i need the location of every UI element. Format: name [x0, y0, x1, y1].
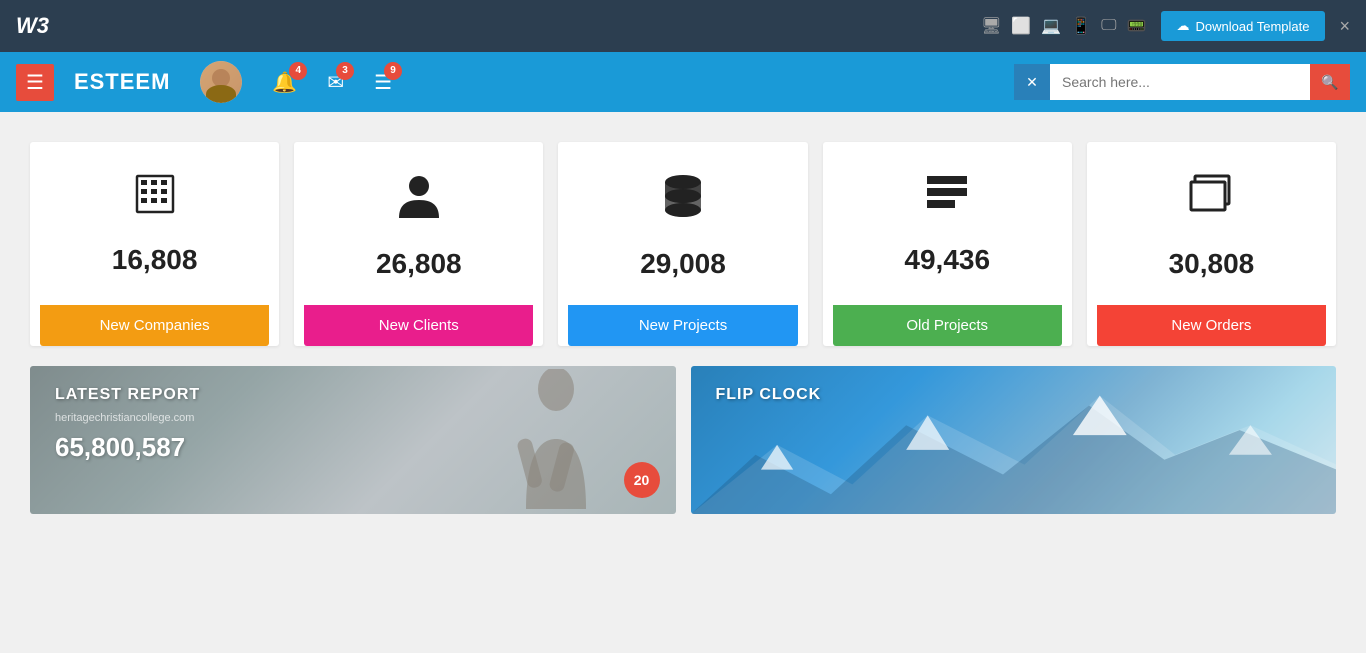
tasks-icon[interactable]: ☰ 9 [374, 70, 392, 95]
messages-icon[interactable]: ✉ 3 [327, 70, 344, 95]
laptop-icon: 💻 [1041, 16, 1061, 36]
bottom-panels: LATEST REPORT heritagechristiancollege.c… [30, 366, 1336, 514]
search-icon: 🔍 [1321, 74, 1338, 91]
stat-label-projects[interactable]: New Projects [568, 305, 797, 346]
stat-card-old-projects: 49,436 Old Projects [823, 142, 1072, 346]
layers-icon [1189, 172, 1233, 230]
panel-right-content: FLIP CLOCK [691, 366, 1337, 432]
avatar [200, 61, 242, 103]
stat-label-old-projects[interactable]: Old Projects [833, 305, 1062, 346]
stat-label-companies[interactable]: New Companies [40, 305, 269, 346]
x-icon: ✕ [1026, 74, 1038, 91]
stat-number-old-projects: 49,436 [904, 244, 990, 276]
phone-icon: 📟 [1127, 16, 1147, 36]
list-icon [925, 172, 969, 226]
flip-clock-title: FLIP CLOCK [716, 386, 1312, 404]
stat-number-companies: 16,808 [112, 244, 198, 276]
stat-card-new-orders: 30,808 New Orders [1087, 142, 1336, 346]
stat-card-new-clients: 26,808 New Clients [294, 142, 543, 346]
latest-report-subtitle: heritagechristiancollege.com [55, 412, 651, 424]
stat-cards: 16,808 New Companies 26,808 New Clients [30, 142, 1336, 346]
nav-brand: ESTEEM [74, 69, 170, 95]
main-content: 16,808 New Companies 26,808 New Clients [0, 112, 1366, 534]
nav-icons: 🔔 4 ✉ 3 ☰ 9 [272, 70, 623, 95]
database-icon [661, 172, 705, 230]
tablet-icon: 📱 [1071, 16, 1091, 36]
panel-left-content: LATEST REPORT heritagechristiancollege.c… [30, 366, 676, 483]
latest-report-title: LATEST REPORT [55, 386, 651, 404]
search-area: ✕ 🔍 [1014, 64, 1350, 100]
avatar-image [200, 61, 242, 103]
tablet-landscape-icon: ⬜ [1011, 16, 1031, 36]
device-icons: 🖥 ⬜ 💻 📱 🖵 📟 [981, 16, 1146, 36]
flip-clock-panel: FLIP CLOCK [691, 366, 1337, 514]
stat-label-orders[interactable]: New Orders [1097, 305, 1326, 346]
hamburger-menu[interactable]: ☰ [16, 64, 54, 101]
latest-report-badge: 20 [624, 462, 660, 498]
top-bar: W3 🖥 ⬜ 💻 📱 🖵 📟 ☁ Download Template × [0, 0, 1366, 52]
notifications-icon[interactable]: 🔔 4 [272, 70, 297, 95]
building-icon [133, 172, 177, 226]
desktop-icon: 🖥 [981, 16, 1001, 36]
download-template-button[interactable]: ☁ Download Template [1161, 11, 1326, 41]
notifications-badge: 4 [289, 62, 307, 80]
nav-bar: ☰ ESTEEM 🔔 4 ✉ 3 ☰ 9 ✕ 🔍 [0, 52, 1366, 112]
stat-card-new-companies: 16,808 New Companies [30, 142, 279, 346]
messages-badge: 3 [336, 62, 354, 80]
monitor-icon: 🖵 [1101, 17, 1116, 35]
latest-report-panel: LATEST REPORT heritagechristiancollege.c… [30, 366, 676, 514]
tasks-badge: 9 [384, 62, 402, 80]
stat-label-clients[interactable]: New Clients [304, 305, 533, 346]
w3-logo: W3 [16, 13, 49, 39]
latest-report-number: 65,800,587 [55, 432, 651, 463]
search-input[interactable] [1050, 64, 1310, 100]
stat-number-projects: 29,008 [640, 248, 726, 280]
stat-number-orders: 30,808 [1169, 248, 1255, 280]
close-button[interactable]: × [1339, 16, 1350, 37]
stat-card-new-projects: 29,008 New Projects [558, 142, 807, 346]
top-bar-right: 🖥 ⬜ 💻 📱 🖵 📟 ☁ Download Template × [981, 11, 1350, 41]
stat-number-clients: 26,808 [376, 248, 462, 280]
search-clear-button[interactable]: ✕ [1014, 64, 1050, 100]
search-button[interactable]: 🔍 [1310, 64, 1350, 100]
user-icon [397, 172, 441, 230]
download-icon: ☁ [1177, 18, 1190, 34]
